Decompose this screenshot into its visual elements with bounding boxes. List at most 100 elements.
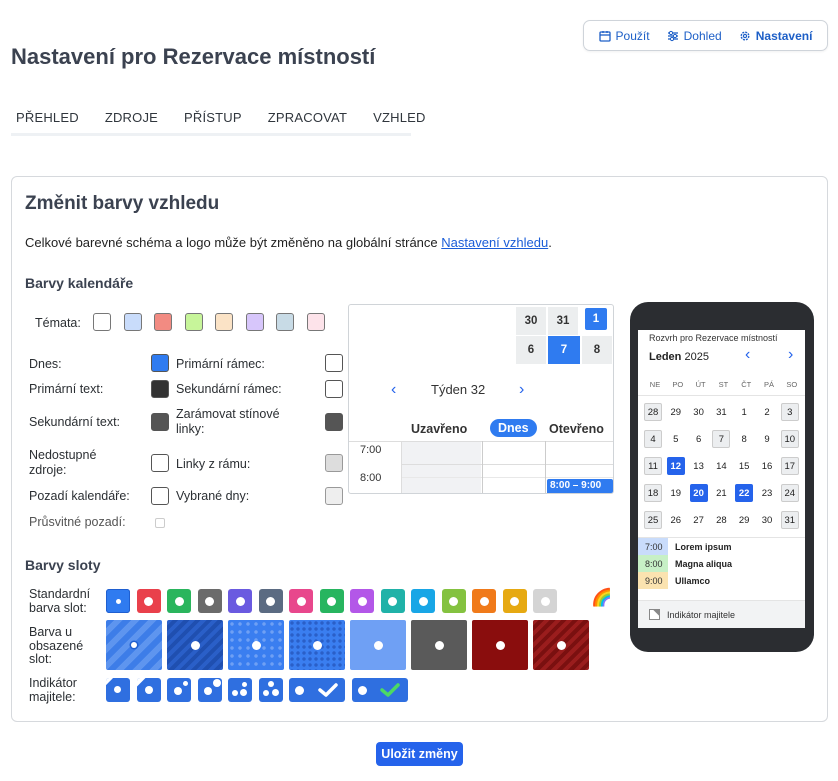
phone-day[interactable]: 2 bbox=[758, 403, 776, 421]
nav-use[interactable]: Použít bbox=[598, 29, 650, 43]
tab-resources[interactable]: ZDROJE bbox=[100, 106, 171, 133]
phone-day[interactable]: 16 bbox=[758, 457, 776, 475]
next-week-icon[interactable]: › bbox=[519, 381, 524, 399]
owner-option-fold[interactable] bbox=[136, 678, 161, 702]
theme-swatch[interactable] bbox=[154, 313, 172, 331]
phone-prev-icon[interactable]: ‹ bbox=[745, 346, 750, 364]
primary-text-swatch[interactable] bbox=[151, 380, 169, 398]
phone-day[interactable]: 28 bbox=[644, 403, 662, 421]
phone-day[interactable]: 23 bbox=[758, 484, 776, 502]
phone-day[interactable]: 26 bbox=[667, 511, 685, 529]
standard-slot-swatch[interactable] bbox=[472, 589, 496, 613]
tab-access[interactable]: PŘÍSTUP bbox=[179, 106, 255, 133]
theme-swatch[interactable] bbox=[306, 313, 325, 331]
standard-slot-swatch[interactable] bbox=[106, 589, 130, 613]
calendar-bg-swatch[interactable] bbox=[151, 487, 169, 505]
nav-settings[interactable]: Nastavení bbox=[739, 29, 812, 43]
phone-day[interactable]: 19 bbox=[667, 484, 685, 502]
phone-day[interactable]: 9 bbox=[758, 430, 776, 448]
phone-next-icon[interactable]: › bbox=[788, 346, 793, 364]
phone-day[interactable]: 29 bbox=[735, 511, 753, 529]
standard-slot-swatch[interactable] bbox=[228, 589, 252, 613]
phone-day[interactable]: 11 bbox=[644, 457, 662, 475]
owner-option-user[interactable] bbox=[258, 678, 283, 702]
phone-day[interactable]: 27 bbox=[690, 511, 708, 529]
phone-day[interactable]: 20 bbox=[689, 484, 708, 502]
phone-day[interactable]: 21 bbox=[712, 484, 730, 502]
owner-option-circle[interactable] bbox=[167, 678, 191, 702]
phone-day[interactable]: 14 bbox=[712, 457, 730, 475]
standard-slot-swatch[interactable] bbox=[441, 589, 466, 613]
selected-days-swatch[interactable] bbox=[325, 487, 343, 505]
phone-day[interactable]: 10 bbox=[780, 430, 799, 448]
save-button[interactable]: Uložit změny bbox=[376, 742, 463, 766]
appearance-settings-link[interactable]: Nastavení vzhledu bbox=[441, 235, 548, 250]
nav-monitor[interactable]: Dohled bbox=[667, 29, 722, 43]
unavailable-swatch[interactable] bbox=[151, 454, 169, 472]
theme-swatch[interactable] bbox=[123, 313, 142, 331]
standard-slot-swatch[interactable] bbox=[319, 589, 344, 613]
standard-slot-swatch[interactable] bbox=[350, 589, 374, 613]
phone-day[interactable]: 22 bbox=[735, 484, 754, 502]
owner-option-corner[interactable] bbox=[106, 678, 130, 702]
frame-lines-swatch[interactable] bbox=[325, 454, 343, 472]
phone-day[interactable]: 31 bbox=[780, 511, 799, 529]
tab-overview[interactable]: PŘEHLED bbox=[11, 106, 92, 133]
theme-swatch[interactable] bbox=[276, 313, 294, 331]
busy-slot-swatch[interactable] bbox=[228, 620, 284, 670]
standard-slot-swatch[interactable] bbox=[289, 589, 313, 613]
standard-slot-swatch[interactable] bbox=[258, 589, 283, 613]
standard-slot-swatch[interactable] bbox=[197, 589, 222, 613]
rainbow-icon[interactable]: 🌈 bbox=[591, 588, 612, 608]
phone-day[interactable]: 8 bbox=[735, 430, 753, 448]
tab-appearance[interactable]: VZHLED bbox=[368, 106, 439, 133]
phone-day[interactable]: 29 bbox=[667, 403, 685, 421]
theme-swatch[interactable] bbox=[245, 313, 264, 331]
secondary-frame-swatch[interactable] bbox=[325, 380, 343, 398]
theme-swatch[interactable] bbox=[215, 313, 233, 331]
standard-slot-swatch[interactable] bbox=[167, 589, 191, 613]
tab-process[interactable]: ZPRACOVAT bbox=[263, 106, 360, 133]
phone-day[interactable]: 12 bbox=[666, 457, 685, 475]
phone-day[interactable]: 28 bbox=[712, 511, 730, 529]
busy-slot-swatch[interactable] bbox=[411, 620, 467, 670]
shadow-lines-swatch[interactable] bbox=[325, 413, 343, 431]
busy-slot-swatch[interactable] bbox=[350, 620, 406, 670]
owner-option-person[interactable] bbox=[228, 678, 252, 702]
phone-day[interactable]: 15 bbox=[735, 457, 753, 475]
phone-day[interactable]: 4 bbox=[644, 430, 662, 448]
phone-day[interactable]: 30 bbox=[758, 511, 776, 529]
phone-day[interactable]: 24 bbox=[780, 484, 799, 502]
phone-day[interactable]: 6 bbox=[690, 430, 708, 448]
primary-frame-swatch[interactable] bbox=[325, 354, 343, 372]
prev-week-icon[interactable]: ‹ bbox=[391, 381, 396, 399]
phone-day[interactable]: 1 bbox=[735, 403, 753, 421]
phone-day[interactable]: 30 bbox=[690, 403, 708, 421]
phone-day[interactable]: 3 bbox=[780, 403, 799, 421]
phone-day[interactable]: 18 bbox=[644, 484, 662, 502]
phone-day[interactable]: 25 bbox=[644, 511, 662, 529]
phone-day[interactable]: 5 bbox=[667, 430, 685, 448]
transparent-bg-checkbox[interactable] bbox=[155, 518, 165, 528]
standard-slot-swatch[interactable] bbox=[502, 589, 527, 613]
owner-option-check-green[interactable] bbox=[351, 678, 408, 702]
standard-slot-swatch[interactable] bbox=[411, 589, 435, 613]
busy-slot-swatch[interactable] bbox=[289, 620, 345, 670]
busy-slot-swatch[interactable] bbox=[106, 620, 162, 670]
phone-day[interactable]: 7 bbox=[712, 430, 731, 448]
standard-slot-swatch[interactable] bbox=[533, 589, 557, 613]
phone-day[interactable]: 13 bbox=[690, 457, 708, 475]
phone-day[interactable]: 17 bbox=[780, 457, 799, 475]
owner-option-double-circle[interactable] bbox=[197, 678, 222, 702]
standard-slot-swatch[interactable] bbox=[380, 589, 405, 613]
secondary-text-swatch[interactable] bbox=[151, 413, 169, 431]
busy-slot-swatch[interactable] bbox=[533, 620, 589, 670]
owner-option-check-white[interactable] bbox=[289, 678, 345, 702]
busy-slot-swatch[interactable] bbox=[167, 620, 223, 670]
theme-swatch[interactable] bbox=[93, 313, 111, 331]
phone-day[interactable]: 31 bbox=[712, 403, 730, 421]
standard-slot-swatch[interactable] bbox=[136, 589, 161, 613]
today-swatch[interactable] bbox=[151, 354, 169, 372]
busy-slot-swatch[interactable] bbox=[472, 620, 528, 670]
theme-swatch[interactable] bbox=[184, 313, 203, 331]
